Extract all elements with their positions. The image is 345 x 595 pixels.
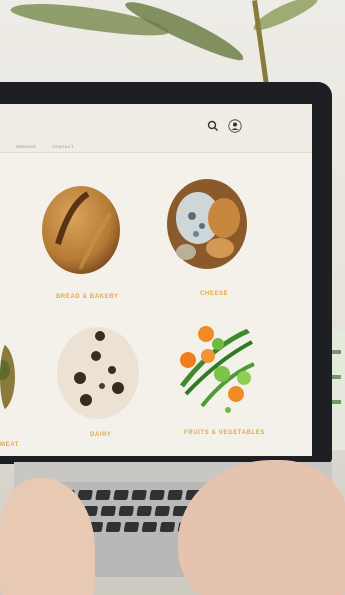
key (113, 490, 129, 500)
laptop-screen: SERVICE CONTACT BREAD & BAKERY CHEESE ME… (0, 104, 312, 456)
site-header: SERVICE CONTACT (0, 104, 312, 153)
key (95, 490, 111, 500)
user-icon[interactable] (228, 119, 242, 133)
key (100, 506, 117, 516)
tile-caption-bread[interactable]: BREAD & BAKERY (56, 294, 119, 300)
key (131, 490, 147, 500)
key (159, 522, 176, 532)
partial-tile-image (0, 343, 15, 411)
cheese-image (167, 179, 247, 269)
nav-item-service[interactable]: SERVICE (16, 144, 36, 149)
bread-image (42, 186, 120, 274)
scene: SERVICE CONTACT BREAD & BAKERY CHEESE ME… (0, 0, 345, 595)
vegetables-image (180, 326, 255, 413)
key (154, 506, 171, 516)
tile-caption-dairy[interactable]: DAIRY (90, 432, 111, 438)
cookies-cream-image (57, 327, 139, 419)
tile-caption-cheese[interactable]: CHEESE (200, 291, 228, 297)
key (167, 490, 183, 500)
key (118, 506, 135, 516)
key (141, 522, 158, 532)
tile-caption-vegetables[interactable]: FRUITS & VEGETABLES (184, 430, 265, 436)
key (105, 522, 122, 532)
key (123, 522, 140, 532)
key (136, 506, 153, 516)
search-icon[interactable] (206, 119, 220, 133)
key (149, 490, 165, 500)
nav-item-contact[interactable]: CONTACT (52, 144, 74, 149)
tile-caption-partial[interactable]: MEAT (0, 442, 19, 448)
